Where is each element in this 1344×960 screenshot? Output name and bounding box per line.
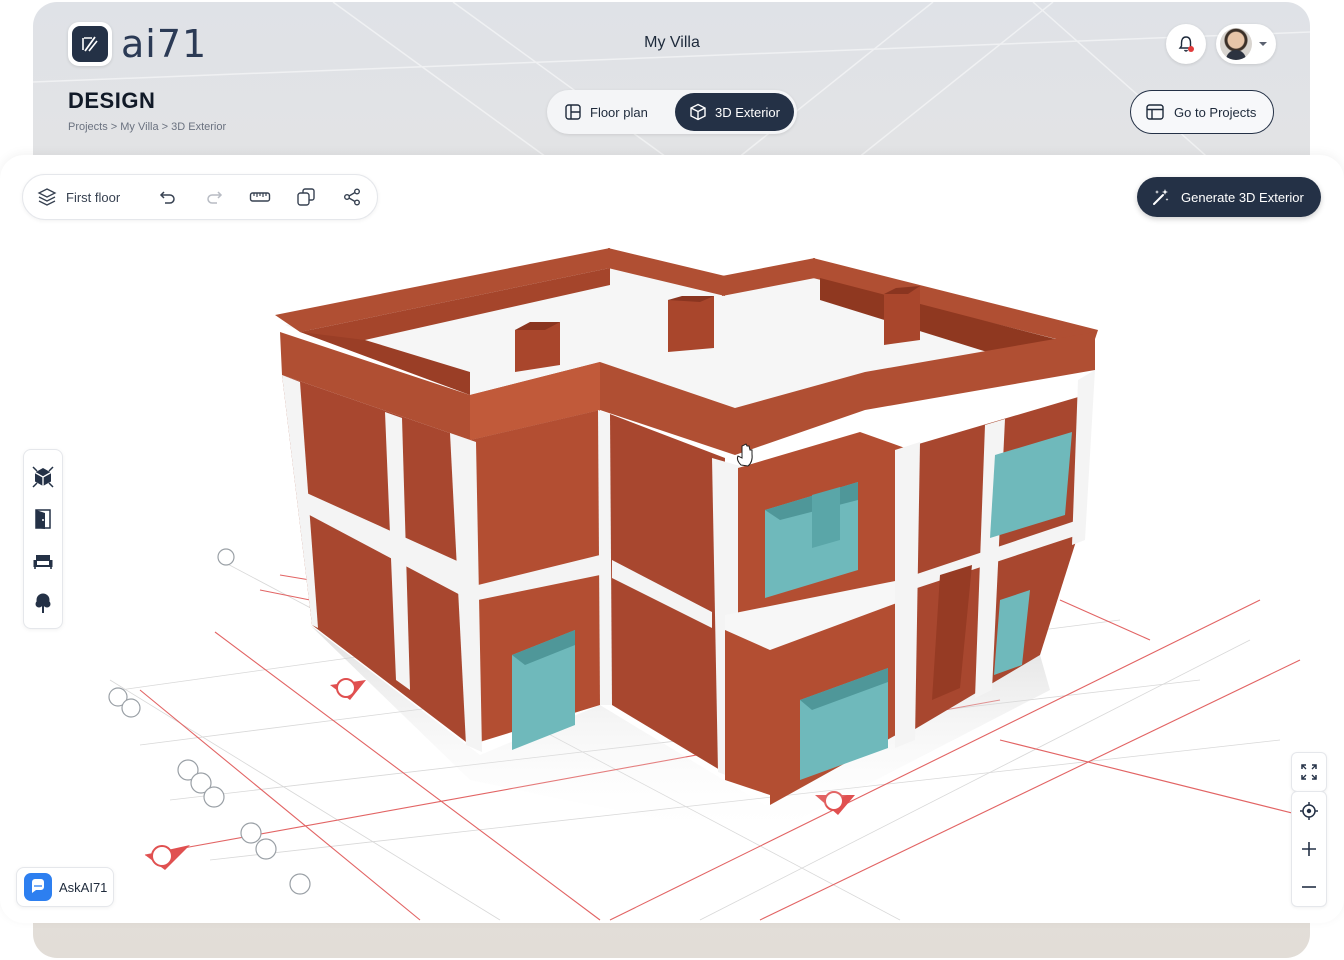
villa-3d-model[interactable]	[0, 155, 1344, 923]
palette-doors[interactable]	[25, 498, 61, 540]
zoom-in-button[interactable]	[1291, 830, 1327, 868]
project-title: My Villa	[644, 34, 700, 51]
user-avatar	[1220, 28, 1252, 60]
floor-selector-label: First floor	[66, 189, 121, 205]
breadcrumb[interactable]: Projects > My Villa > 3D Exterior	[68, 121, 226, 133]
3d-cube-icon	[32, 466, 54, 488]
generate-button-label: Generate 3D Exterior	[1181, 189, 1304, 205]
ruler-icon	[249, 192, 271, 202]
door-icon	[35, 509, 51, 529]
magic-wand-icon	[1153, 189, 1169, 205]
share-button[interactable]	[329, 179, 375, 215]
undo-icon	[159, 191, 175, 204]
copy-icon	[297, 188, 315, 206]
logo-icon	[82, 36, 98, 52]
chat-bubble-icon	[24, 873, 52, 901]
duplicate-button[interactable]	[283, 179, 329, 215]
share-icon	[344, 188, 360, 206]
ask-ai-button[interactable]: AskAI71	[16, 867, 114, 907]
editor-toolbar: First floor	[22, 174, 378, 220]
undo-button[interactable]	[145, 179, 191, 215]
sofa-icon	[33, 555, 53, 569]
fullscreen-button[interactable]	[1291, 752, 1327, 792]
locate-icon	[1300, 802, 1318, 820]
generate-3d-exterior-button[interactable]: Generate 3D Exterior	[1137, 177, 1321, 217]
ask-ai-label: AskAI71	[59, 879, 108, 895]
zoom-controls	[1291, 791, 1327, 907]
blueprint-pattern	[33, 2, 1310, 162]
floor-plan-icon	[565, 104, 581, 120]
go-to-projects-label: Go to Projects	[1174, 104, 1257, 120]
palette-furniture[interactable]	[25, 540, 61, 582]
notifications-button[interactable]	[1166, 24, 1206, 64]
go-to-projects-button[interactable]: Go to Projects	[1130, 90, 1274, 134]
cube-icon	[690, 103, 706, 121]
measure-button[interactable]	[237, 179, 283, 215]
palette-landscape[interactable]	[25, 582, 61, 624]
notification-dot	[1188, 46, 1194, 52]
zoom-out-icon	[1302, 886, 1316, 888]
grid-axis-markers	[108, 548, 311, 895]
page-heading: DESIGN	[68, 88, 156, 113]
logo-badge[interactable]	[68, 22, 112, 66]
redo-icon	[207, 191, 223, 204]
recenter-button[interactable]	[1291, 792, 1327, 830]
zoom-in-icon	[1302, 842, 1316, 856]
projects-icon	[1146, 104, 1164, 120]
floor-selector[interactable]: First floor	[37, 187, 145, 207]
3d-viewport[interactable]: First floor Generate 3D Exterior AskAI71	[0, 155, 1344, 923]
layers-icon	[37, 188, 57, 206]
view-toggle: Floor plan 3D Exterior	[547, 90, 797, 134]
logo-wordmark: ai71	[121, 22, 208, 66]
chevron-down-icon	[1259, 42, 1267, 46]
redo-button[interactable]	[191, 179, 237, 215]
zoom-out-button[interactable]	[1291, 868, 1327, 906]
fullscreen-icon	[1301, 764, 1317, 780]
tab-3d-exterior-label: 3D Exterior	[714, 104, 780, 120]
tree-icon	[35, 593, 51, 613]
palette-3d-structure[interactable]	[25, 456, 61, 498]
tab-floor-plan[interactable]: Floor plan	[550, 93, 662, 131]
object-palette	[23, 449, 63, 629]
profile-menu-button[interactable]	[1216, 24, 1276, 64]
tab-3d-exterior[interactable]: 3D Exterior	[674, 93, 794, 131]
tab-floor-plan-label: Floor plan	[590, 104, 648, 120]
